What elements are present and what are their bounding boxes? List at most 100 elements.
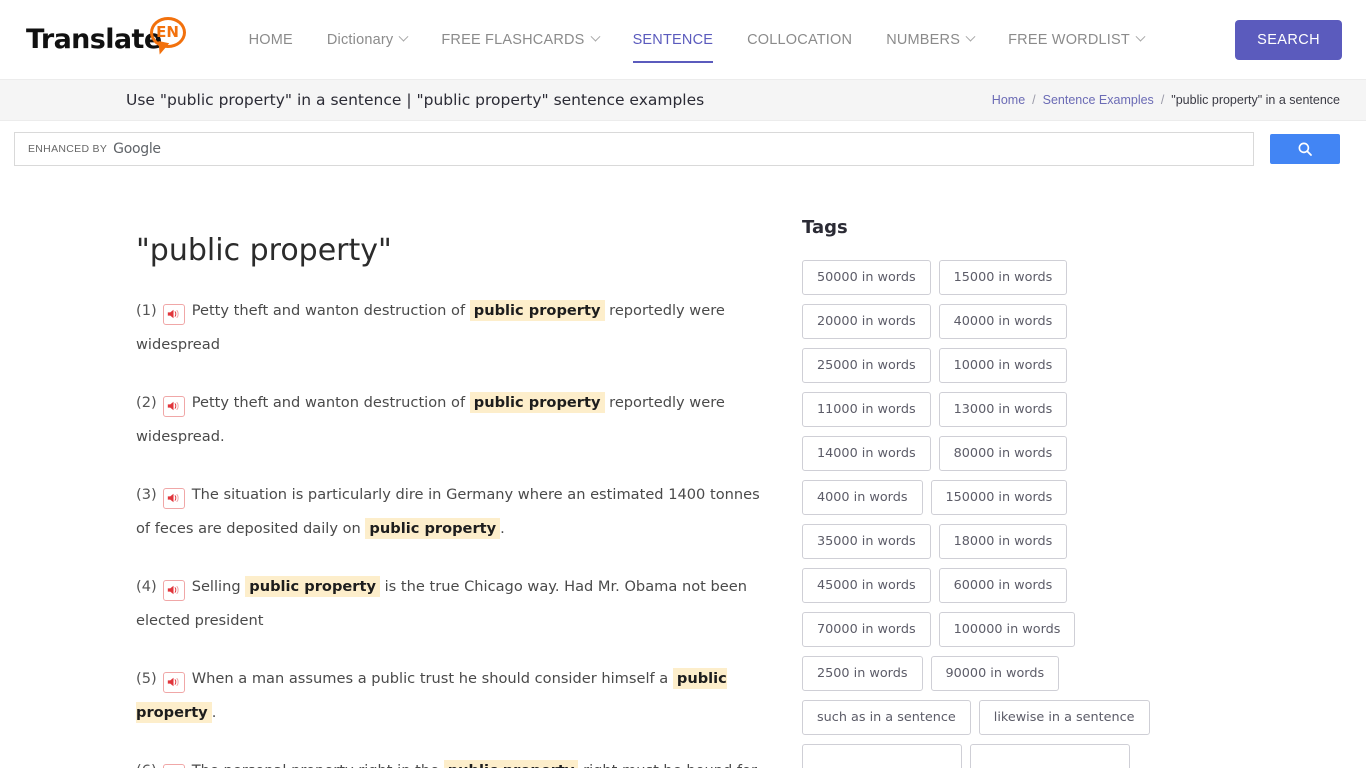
nav-item-label: NUMBERS [886, 31, 961, 48]
tag-item[interactable]: 45000 in words [802, 568, 931, 603]
sentence-number: (6) [136, 762, 157, 768]
speaker-icon[interactable] [162, 671, 185, 693]
tag-item[interactable]: 90000 in words [930, 656, 1060, 691]
highlighted-phrase: public property [245, 576, 380, 597]
sentence-item: (3) The situation is particularly dire in… [136, 478, 770, 546]
sentence-number: (5) [136, 670, 157, 687]
logo-speech-bubble-icon: EN [149, 16, 188, 56]
search-button[interactable]: SEARCH [1235, 19, 1342, 60]
tag-item[interactable]: likewise in a sentence [978, 700, 1150, 735]
breadcrumb-item[interactable]: Home [992, 93, 1025, 107]
tag-item[interactable]: 10000 in words [938, 348, 1068, 383]
sentence-item: (4) Selling public property is the true C… [136, 570, 770, 638]
speaker-icon[interactable] [162, 579, 185, 601]
chevron-down-icon [398, 31, 409, 42]
tag-list: 50000 in words 15000 in words 20000 in wor… [802, 260, 1152, 768]
tag-item[interactable]: 40000 in words [938, 304, 1068, 339]
highlighted-phrase: public property [469, 392, 605, 413]
word-heading: "public property" [136, 233, 392, 268]
sentence-text: When a man assumes a public trust he sho… [191, 670, 673, 687]
nav-item-label: FREE WORDLIST [1008, 31, 1130, 48]
nav-item-label: SENTENCE [632, 31, 714, 48]
site-header: Translate EN HOME Dictionary FREE FLASHCAR… [0, 0, 1366, 79]
highlighted-phrase: public property [443, 760, 579, 768]
tag-item[interactable]: 11000 in words [802, 392, 931, 427]
tag-item[interactable]: 14000 in words [802, 436, 931, 471]
search-icon [1298, 142, 1312, 156]
tag-item[interactable]: 80000 in words [938, 436, 1068, 471]
tag-item[interactable]: 18000 in words [938, 524, 1068, 559]
nav-item-free-wordlist[interactable]: FREE WORDLIST [991, 0, 1161, 79]
breadcrumb-item[interactable]: Sentence Examples [1043, 93, 1154, 107]
logo-badge-text: EN [156, 23, 179, 41]
highlighted-phrase: public property [469, 300, 605, 321]
sentence-number: (1) [136, 302, 157, 319]
tag-item[interactable]: 25000 in words [802, 348, 931, 383]
tag-item[interactable]: 50000 in words [802, 260, 931, 295]
nav-item-label: HOME [248, 31, 293, 48]
google-brand-label: Google [113, 141, 161, 157]
nav-item-dictionary[interactable]: Dictionary [310, 0, 424, 79]
nav-item-label: FREE FLASHCARDS [441, 31, 585, 48]
highlighted-phrase: public property [365, 518, 501, 539]
sentence-item: (5) When a man assumes a public trust he … [136, 662, 770, 730]
breadcrumb: Home / Sentence Examples / "public property"… [992, 93, 1340, 107]
main-navigation: HOME Dictionary FREE FLASHCARDS SENTENCE COL… [232, 0, 1236, 79]
speaker-icon[interactable] [162, 303, 185, 325]
sentence-text: . [211, 704, 217, 721]
tag-item[interactable]: 35000 in words [802, 524, 931, 559]
sentence-text: Selling [191, 578, 246, 595]
tag-item[interactable]: 70000 in words [802, 612, 931, 647]
nav-item-home[interactable]: HOME [232, 0, 310, 79]
tag-item[interactable]: 2500 in words [802, 656, 923, 691]
sentence-item: (6) The personal property right in the pu… [136, 754, 770, 768]
tag-item[interactable]: 13000 in words [938, 392, 1068, 427]
logo-text: Translate [26, 24, 162, 55]
sentence-text: The personal property right in the [192, 762, 444, 768]
nav-item-collocation[interactable]: COLLOCATION [730, 0, 869, 79]
sentence-item: (2) Petty theft and wanton destruction of… [136, 386, 770, 454]
tag-item[interactable] [802, 744, 962, 768]
chevron-down-icon [965, 31, 976, 42]
tag-item[interactable]: 100000 in words [938, 612, 1076, 647]
nav-item-label: Dictionary [326, 31, 394, 48]
tag-item[interactable]: 20000 in words [802, 304, 931, 339]
chevron-down-icon [1135, 31, 1146, 42]
sentence-number: (3) [136, 486, 157, 503]
breadcrumb-separator: / [1032, 93, 1036, 107]
speaker-icon[interactable] [162, 487, 185, 509]
breadcrumb-separator: / [1160, 93, 1165, 107]
sentence-text: Petty theft and wanton destruction of [191, 302, 470, 319]
breadcrumb-item: "public property" in a sentence [1171, 93, 1340, 107]
enhanced-by-label: Enhanced by [28, 143, 108, 155]
speaker-icon[interactable] [162, 763, 185, 768]
tag-item[interactable]: 150000 in words [930, 480, 1068, 515]
nav-item-numbers[interactable]: NUMBERS [869, 0, 991, 79]
sentence-item: (1) Petty theft and wanton destruction of… [136, 294, 770, 362]
page-title: Use "public property" in a sentence | "p… [126, 91, 705, 109]
tag-item[interactable]: 15000 in words [938, 260, 1068, 295]
tag-item[interactable]: 4000 in words [802, 480, 923, 515]
tags-heading: Tags [802, 217, 848, 238]
tag-item[interactable]: such as in a sentence [802, 700, 971, 735]
sentence-text: . [500, 520, 505, 537]
tag-item[interactable] [970, 744, 1130, 768]
main-area: "public property" (1) Petty theft and wan… [0, 177, 1366, 768]
sentence-list-column: "public property" (1) Petty theft and wan… [26, 177, 770, 768]
site-logo[interactable]: Translate EN [26, 16, 188, 56]
google-search-submit-button[interactable] [1270, 134, 1340, 164]
sentence-text: Petty theft and wanton destruction of [191, 394, 470, 411]
chevron-down-icon [590, 31, 601, 42]
tag-item[interactable]: 60000 in words [938, 568, 1068, 603]
speaker-icon[interactable] [162, 395, 185, 417]
sentence-list: (1) Petty theft and wanton destruction of… [136, 294, 770, 768]
sentence-number: (4) [136, 578, 157, 595]
nav-item-label: COLLOCATION [747, 31, 853, 48]
google-search-bar: Enhanced by Google [0, 121, 1366, 177]
nav-item-free-flashcards[interactable]: FREE FLASHCARDS [424, 0, 615, 79]
sentence-number: (2) [136, 394, 157, 411]
breadcrumb-bar: Use "public property" in a sentence | "p… [0, 79, 1366, 121]
nav-item-sentence[interactable]: SENTENCE [616, 0, 731, 79]
search-input[interactable]: Enhanced by Google [14, 132, 1254, 166]
tags-sidebar: Tags 50000 in words 15000 in words 20000 i… [770, 177, 1190, 768]
